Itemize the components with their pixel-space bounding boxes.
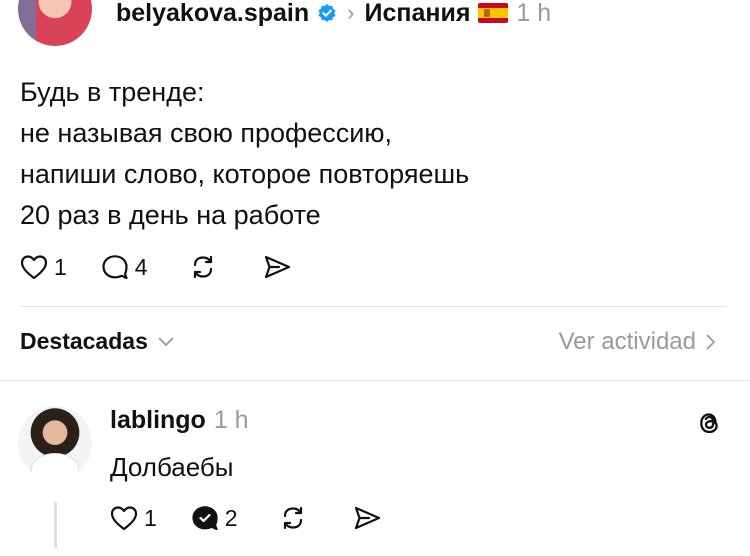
- post-actions: 1 4: [20, 252, 292, 282]
- reply-avatar[interactable]: [18, 406, 92, 480]
- reply-share-button[interactable]: [352, 504, 382, 532]
- repost-icon: [283, 506, 302, 530]
- send-icon: [354, 506, 380, 530]
- community-name[interactable]: Испания: [364, 0, 470, 28]
- divider: [0, 380, 750, 381]
- view-activity-label: Ver actividad: [558, 328, 696, 355]
- post-line: 20 раз в день на работе: [20, 200, 321, 230]
- comment-count: 4: [134, 253, 148, 280]
- divider: [20, 306, 726, 307]
- reply-timestamp: 1 h: [213, 406, 249, 434]
- post-line: не называя свою профессию,: [20, 118, 393, 148]
- spain-flag-icon: [478, 3, 509, 23]
- repost-icon: [193, 255, 212, 279]
- reply-repost-button[interactable]: [278, 504, 308, 532]
- reply-username[interactable]: lablingo: [110, 406, 206, 435]
- reply-actions: 1 2: [110, 503, 382, 533]
- heart-icon: [110, 506, 138, 531]
- like-count: 1: [54, 253, 67, 280]
- thread-line: [54, 502, 57, 548]
- send-icon: [264, 255, 290, 279]
- reply-like-button[interactable]: 1: [110, 505, 157, 532]
- comment-bubble-icon: [102, 255, 128, 280]
- chevron-down-icon: [158, 337, 174, 346]
- like-button[interactable]: 1: [20, 254, 67, 281]
- post-timestamp: 1 h: [516, 0, 552, 27]
- comment-button[interactable]: 4: [101, 254, 148, 281]
- reply-body: Долбаебы: [110, 452, 234, 482]
- highlights-label: Destacadas: [20, 328, 148, 354]
- chevron-right-icon: ›: [347, 0, 355, 25]
- author-username[interactable]: belyakova.spain: [116, 0, 309, 28]
- post-line: Будь в тренде:: [20, 77, 205, 107]
- reply-comment-count: 2: [224, 504, 238, 531]
- reply-comment-button[interactable]: 2: [191, 505, 238, 532]
- verified-badge-icon: [318, 4, 336, 22]
- share-button[interactable]: [262, 253, 292, 281]
- post-line: напиши слово, которое повторяешь: [20, 159, 470, 189]
- author-avatar[interactable]: [18, 0, 92, 46]
- heart-icon: [20, 255, 48, 280]
- reply-like-count: 1: [144, 504, 157, 531]
- comment-bubble-filled-icon: [192, 506, 218, 531]
- view-activity-link[interactable]: Ver actividad: [559, 328, 716, 356]
- chevron-right-icon: [706, 334, 715, 350]
- repost-button[interactable]: [188, 253, 218, 281]
- post-header: belyakova.spain › Испания 1 h: [116, 0, 551, 30]
- post-body: Будь в тренде: не называя свою профессию…: [20, 72, 469, 236]
- threads-logo-icon[interactable]: [694, 408, 724, 438]
- highlights-filter[interactable]: Destacadas: [20, 328, 174, 355]
- reply-header: lablingo 1 h: [110, 406, 249, 435]
